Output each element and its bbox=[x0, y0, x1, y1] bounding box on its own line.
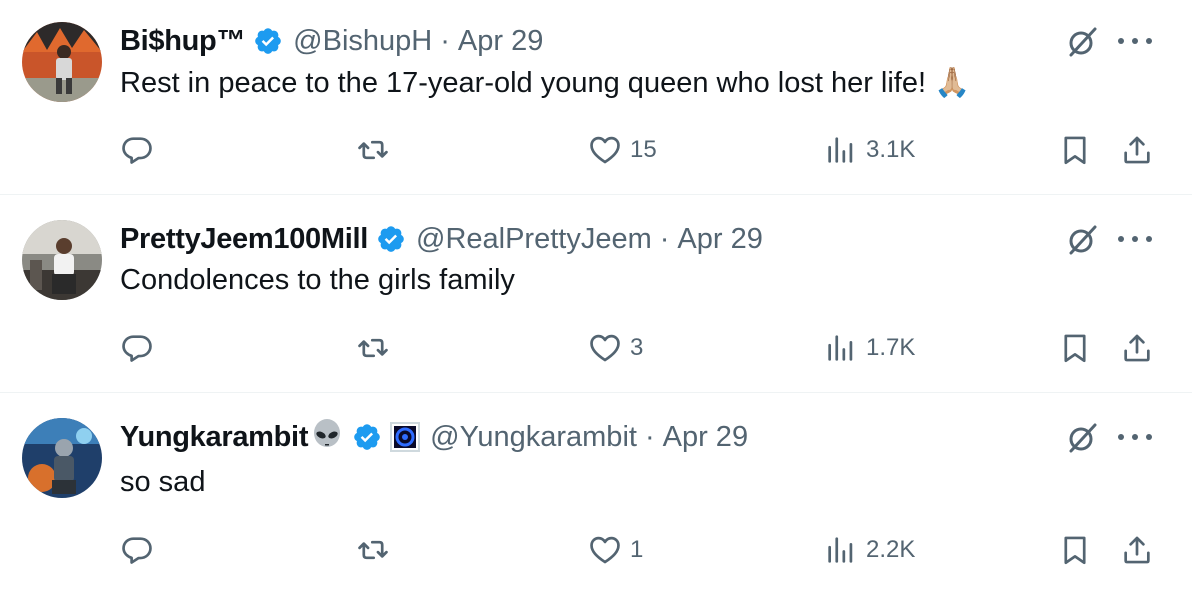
share-icon bbox=[1124, 334, 1150, 362]
bookmark-icon bbox=[1064, 136, 1086, 165]
share-button[interactable] bbox=[1120, 528, 1154, 572]
tweet-actions: 15 3.1K bbox=[0, 128, 1192, 172]
like-button[interactable]: 1 bbox=[588, 528, 643, 572]
retweet-icon bbox=[358, 540, 388, 560]
grok-icon[interactable] bbox=[1064, 420, 1100, 456]
retweet-button[interactable] bbox=[356, 128, 398, 172]
retweet-icon bbox=[358, 140, 388, 160]
handle[interactable]: @RealPrettyJeem bbox=[416, 223, 652, 256]
bookmark-button[interactable] bbox=[1058, 528, 1092, 572]
reply-icon bbox=[122, 537, 152, 564]
handle[interactable]: @Yungkarambit bbox=[430, 421, 637, 454]
timestamp[interactable]: Apr 29 bbox=[663, 421, 748, 454]
retweet-button[interactable] bbox=[356, 528, 398, 572]
tweet[interactable]: Yungkarambit @Yungkarambit · Apr 29 so s… bbox=[0, 396, 1192, 590]
share-icon bbox=[1124, 536, 1150, 564]
reply-button[interactable] bbox=[120, 128, 162, 172]
divider bbox=[0, 194, 1192, 195]
views-icon bbox=[828, 537, 853, 563]
separator: · bbox=[644, 420, 655, 453]
verified-badge-icon[interactable] bbox=[376, 224, 406, 254]
reply-button[interactable] bbox=[120, 528, 162, 572]
more-icon[interactable] bbox=[1118, 232, 1152, 246]
views-button[interactable]: 1.7K bbox=[824, 326, 915, 370]
more-icon[interactable] bbox=[1118, 430, 1152, 444]
bookmark-button[interactable] bbox=[1058, 326, 1092, 370]
views-button[interactable]: 3.1K bbox=[824, 128, 915, 172]
tweet-actions: 3 1.7K bbox=[0, 326, 1192, 370]
like-button[interactable]: 15 bbox=[588, 128, 657, 172]
display-name[interactable]: Bi$hup™ bbox=[120, 25, 245, 58]
grok-icon[interactable] bbox=[1064, 24, 1100, 60]
timestamp[interactable]: Apr 29 bbox=[677, 223, 762, 256]
tweet-actions: 1 2.2K bbox=[0, 528, 1192, 572]
share-button[interactable] bbox=[1120, 326, 1154, 370]
bookmark-icon bbox=[1064, 334, 1086, 363]
like-button[interactable]: 3 bbox=[588, 326, 643, 370]
alien-emoji-icon bbox=[310, 418, 344, 457]
heart-icon bbox=[590, 136, 620, 164]
avatar[interactable] bbox=[22, 22, 102, 102]
retweet-button[interactable] bbox=[356, 326, 398, 370]
tweet[interactable]: Bi$hup™ @BishupH · Apr 29 Rest in peace … bbox=[0, 0, 1192, 198]
timestamp[interactable]: Apr 29 bbox=[458, 25, 543, 58]
avatar[interactable] bbox=[22, 220, 102, 300]
views-icon bbox=[828, 335, 853, 361]
display-name[interactable]: PrettyJeem100Mill bbox=[120, 223, 368, 256]
bookmark-icon bbox=[1064, 536, 1086, 565]
tweet-text: Condolences to the girls family bbox=[120, 264, 515, 296]
tweet[interactable]: PrettyJeem100Mill @RealPrettyJeem · Apr … bbox=[0, 198, 1192, 396]
tweet-header: Yungkarambit @Yungkarambit · Apr 29 bbox=[120, 418, 748, 456]
views-count: 3.1K bbox=[866, 136, 916, 163]
tweet-text: so sad bbox=[120, 466, 206, 498]
bookmark-button[interactable] bbox=[1058, 128, 1092, 172]
reply-icon bbox=[122, 137, 152, 164]
affiliate-badge-icon[interactable] bbox=[390, 422, 421, 452]
retweet-icon bbox=[358, 338, 388, 358]
verified-badge-icon[interactable] bbox=[352, 422, 382, 452]
share-button[interactable] bbox=[1120, 128, 1154, 172]
reply-button[interactable] bbox=[120, 326, 162, 370]
tweet-feed: Bi$hup™ @BishupH · Apr 29 Rest in peace … bbox=[0, 0, 1192, 590]
heart-icon bbox=[590, 536, 620, 564]
display-name[interactable]: Yungkarambit bbox=[120, 421, 308, 454]
more-icon[interactable] bbox=[1118, 34, 1152, 48]
views-icon bbox=[828, 137, 853, 163]
reply-icon bbox=[122, 335, 152, 362]
handle[interactable]: @BishupH bbox=[293, 25, 432, 58]
avatar[interactable] bbox=[22, 418, 102, 498]
like-count: 1 bbox=[630, 536, 644, 563]
views-count: 2.2K bbox=[866, 536, 916, 563]
tweet-header: PrettyJeem100Mill @RealPrettyJeem · Apr … bbox=[120, 220, 763, 258]
views-button[interactable]: 2.2K bbox=[824, 528, 915, 572]
tweet-text: Rest in peace to the 17-year-old young q… bbox=[120, 67, 971, 99]
like-count: 15 bbox=[630, 136, 657, 163]
heart-icon bbox=[590, 334, 620, 362]
views-count: 1.7K bbox=[866, 334, 916, 361]
divider bbox=[0, 392, 1192, 393]
separator: · bbox=[440, 24, 450, 57]
verified-badge-icon[interactable] bbox=[253, 26, 283, 56]
like-count: 3 bbox=[630, 334, 644, 361]
separator: · bbox=[659, 222, 670, 255]
grok-icon[interactable] bbox=[1064, 222, 1100, 258]
share-icon bbox=[1124, 136, 1150, 164]
tweet-header: Bi$hup™ @BishupH · Apr 29 bbox=[120, 22, 543, 60]
